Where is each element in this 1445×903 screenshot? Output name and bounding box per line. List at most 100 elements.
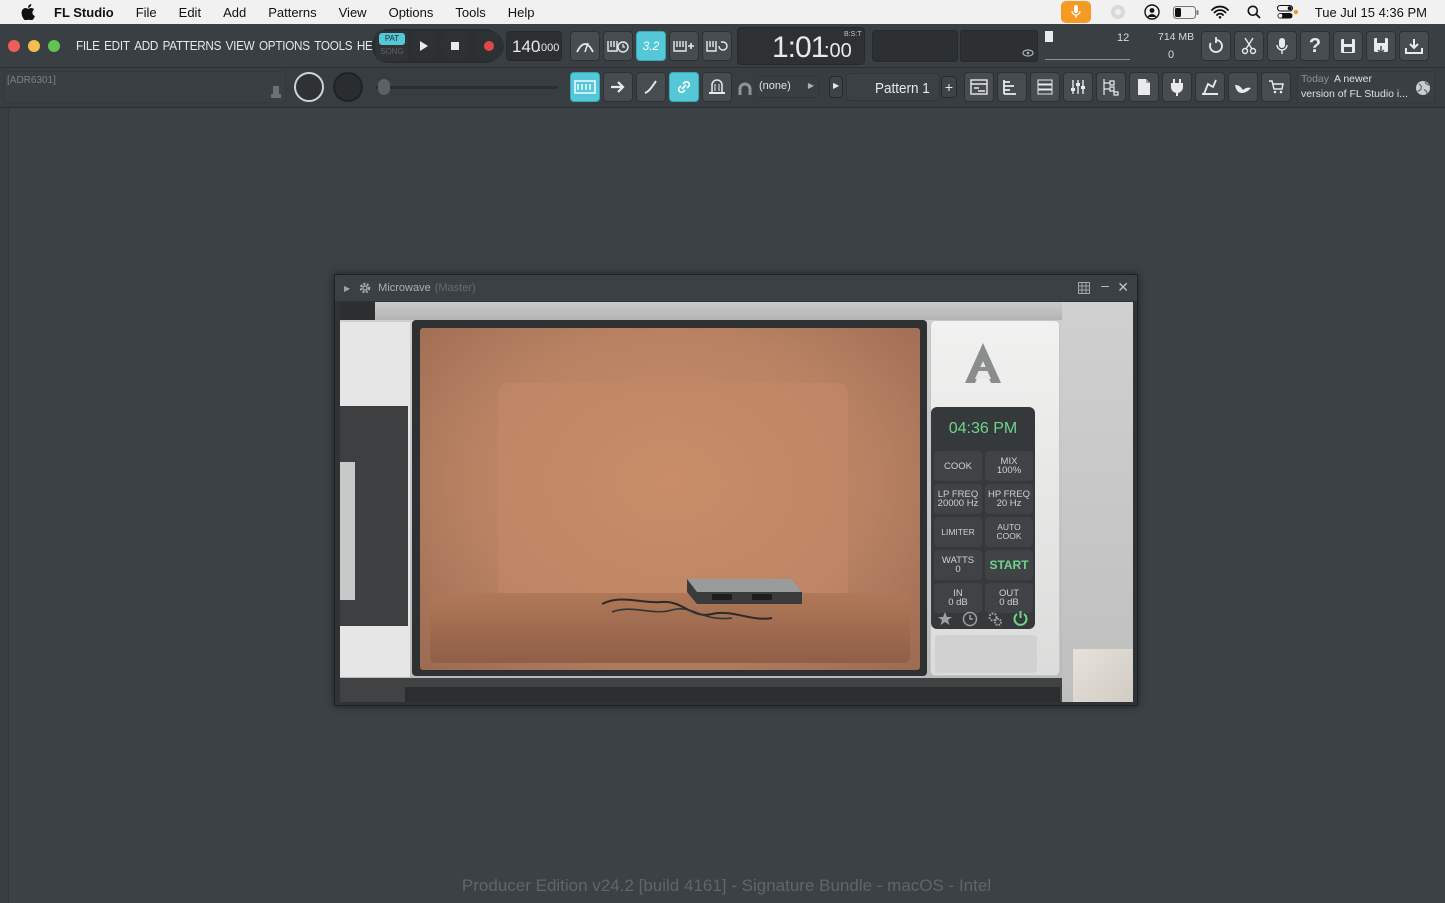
snap-value: (none) [759,80,791,92]
fl-menu-options[interactable]: OPTIONS [259,38,310,53]
output-gain-knob[interactable]: OUT 0 dB [985,583,1033,613]
tempo-display[interactable]: 140 .000 [506,31,562,61]
link-icon[interactable] [669,72,699,102]
settings-gears-icon[interactable] [987,611,1003,627]
menu-help[interactable]: Help [508,5,535,20]
menu-patterns[interactable]: Patterns [268,5,316,20]
news-panel[interactable]: Today A newer version of FL Studio i... [1297,71,1435,103]
watts-knob[interactable]: WATTS 0 [934,550,982,580]
plugin-titlebar[interactable]: ▶ Microwave (Master) – ✕ [335,275,1137,301]
wait-for-input-icon[interactable] [603,31,633,61]
menu-view[interactable]: View [339,5,367,20]
start-button[interactable]: START [985,550,1033,580]
typing-keyboard-icon[interactable] [570,72,600,102]
save-icon[interactable] [1333,31,1363,61]
window-zoom-button[interactable] [48,40,60,52]
microphone-icon[interactable] [1060,1,1091,23]
timer-clock-icon[interactable] [962,611,978,627]
menu-file[interactable]: File [136,5,157,20]
mixer-icon[interactable] [1063,72,1093,102]
fl-menu-add[interactable]: ADD [134,38,158,53]
metronome-icon[interactable] [570,31,600,61]
menu-tools[interactable]: Tools [455,5,485,20]
fl-menu-edit[interactable]: EDIT [104,38,130,53]
song-position-slider[interactable] [376,86,558,89]
apple-icon[interactable] [18,0,38,24]
piano-roll-icon[interactable] [997,72,1027,102]
stop-button[interactable] [440,31,470,61]
browser-icon[interactable] [1096,72,1126,102]
microphone-record-icon[interactable] [1267,31,1297,61]
pencil-stroke-icon[interactable] [636,72,666,102]
export-icon[interactable] [1399,31,1429,61]
master-pitch-knob[interactable] [333,72,363,102]
undo-history-icon[interactable] [1201,31,1231,61]
metronome-bell-icon[interactable] [702,72,732,102]
plugin-picker-icon[interactable] [1162,72,1192,102]
control-center-icon[interactable] [1271,0,1305,24]
auto-cook-button[interactable]: AUTO COOK [985,517,1033,547]
fl-menu-file[interactable]: FILE [76,38,100,53]
cook-button[interactable]: COOK [934,451,982,481]
record-button[interactable] [474,31,504,61]
bird-icon[interactable] [1228,72,1258,102]
master-volume-knob[interactable] [294,72,324,102]
snap-magnet-icon[interactable] [738,82,752,96]
window-minimize-button[interactable] [28,40,40,52]
oven-top-edge [340,302,1133,320]
countdown-snap-button[interactable]: 3.2 [636,31,666,61]
tempo-value: 140 [512,37,541,56]
plugin-minimize-button[interactable]: – [1101,277,1109,293]
shopping-cart-icon[interactable] [1261,72,1291,102]
playlist-icon[interactable] [964,72,994,102]
plugin-close-button[interactable]: ✕ [1117,279,1129,296]
help-icon[interactable]: ? [1300,31,1330,61]
save-new-version-icon[interactable] [1366,31,1396,61]
pin-icon[interactable] [271,85,281,99]
menu-add[interactable]: Add [223,5,246,20]
snap-selector[interactable]: (none) ▶ [755,76,819,98]
channel-rack-icon[interactable] [1030,72,1060,102]
wifi-icon[interactable] [1203,0,1237,24]
limiter-button[interactable]: LIMITER [934,517,982,547]
song-position-handle[interactable] [378,79,390,95]
scissors-icon[interactable] [1234,31,1264,61]
snap-dropdown-arrow-icon: ▶ [807,81,814,90]
menu-edit[interactable]: Edit [179,5,201,20]
input-gain-knob[interactable]: IN 0 dB [934,583,982,613]
touch-keyboard-icon[interactable] [1195,72,1225,102]
favorite-star-icon[interactable] [937,611,953,627]
pattern-prev-button[interactable]: ▶ [829,76,843,98]
menu-options[interactable]: Options [389,5,434,20]
plugin-settings-gear-icon[interactable] [358,281,372,295]
spotlight-search-icon[interactable] [1237,0,1271,24]
hp-freq-knob[interactable]: HP FREQ 20 Hz [985,484,1033,514]
menubar-clock[interactable]: Tue Jul 15 4:36 PM [1315,5,1427,20]
play-button[interactable] [409,31,439,61]
app-name[interactable]: FL Studio [54,5,114,20]
add-pattern-button[interactable]: + [941,76,957,98]
pat-song-toggle[interactable]: PAT SONG [376,31,408,61]
plugin-grid-icon[interactable] [1078,282,1090,294]
lp-freq-knob[interactable]: LP FREQ 20000 Hz [934,484,982,514]
fl-menu-view[interactable]: VIEW [226,38,255,53]
pattern-selector[interactable]: Pattern 1 [846,73,940,101]
song-position-display[interactable]: 1:01 :00 B:S:T [737,27,865,65]
plugin-options-arrow-icon[interactable]: ▶ [344,284,350,293]
user-account-icon[interactable] [1135,0,1169,24]
fl-menu-patterns[interactable]: PATTERNS [163,38,222,53]
oscilloscope-display[interactable] [960,30,1038,62]
fl-menu-tools[interactable]: TOOLS [314,38,352,53]
notification-icon[interactable] [1101,0,1135,24]
mix-knob[interactable]: MIX 100% [985,451,1033,481]
step-edit-icon[interactable] [669,31,699,61]
window-close-button[interactable] [8,40,20,52]
microwave-display-panel: 04:36 PM COOK MIX 100% LP FREQ 20000 Hz HP… [931,407,1035,629]
arrow-right-icon[interactable] [603,72,633,102]
project-notes-icon[interactable] [1129,72,1159,102]
cpu-meter[interactable]: 12 [1043,30,1143,62]
loop-record-icon[interactable] [702,31,732,61]
power-icon[interactable] [1012,610,1029,627]
globe-icon[interactable] [1415,80,1431,96]
battery-icon[interactable] [1169,0,1203,24]
